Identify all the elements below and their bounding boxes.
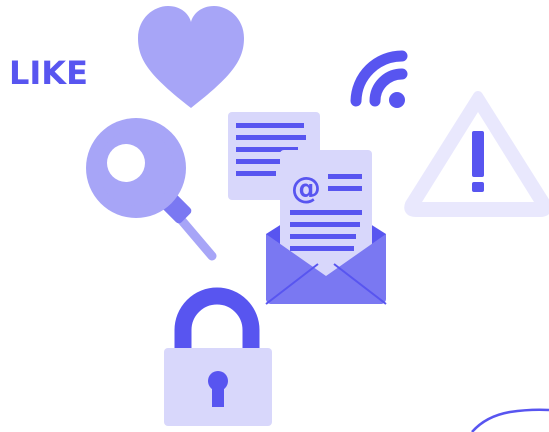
illustration-art: @ [86,6,549,432]
padlock-icon [164,287,272,426]
circle-outline-decoration [471,408,549,432]
magnifier-icon [86,118,217,261]
heart-icon [138,6,244,108]
illustration-canvas: LIKE @ [0,0,549,432]
wifi-icon [350,50,408,108]
warning-icon [404,91,549,217]
svg-text:@: @ [291,171,321,206]
